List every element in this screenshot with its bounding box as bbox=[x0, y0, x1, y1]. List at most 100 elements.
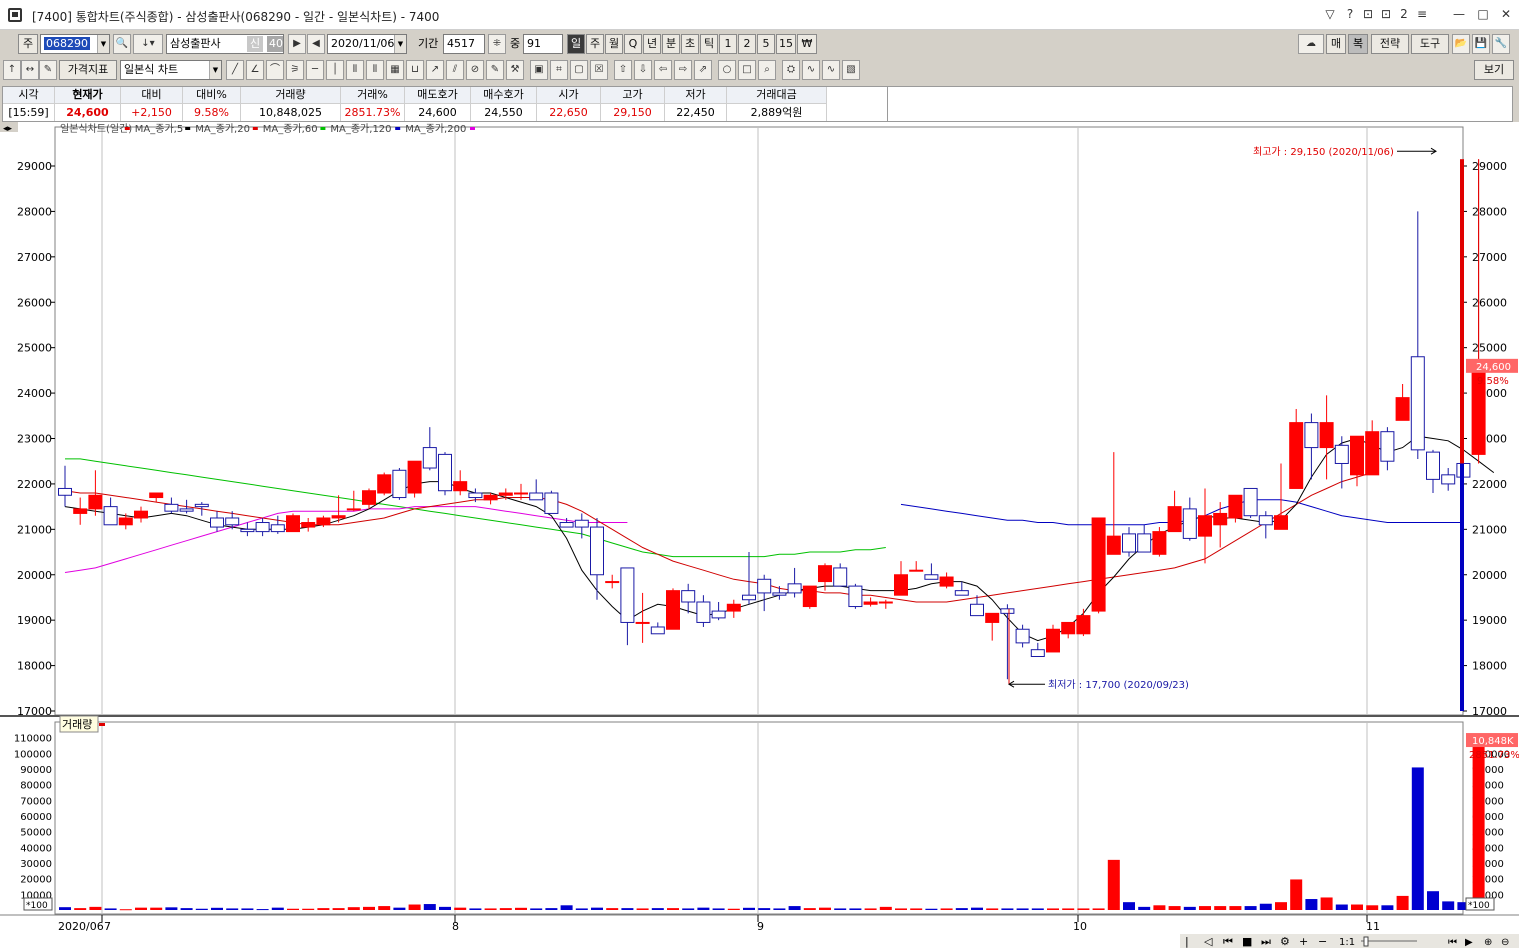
candle-body[interactable] bbox=[650, 626, 665, 635]
maximize-button[interactable]: □ bbox=[1474, 5, 1492, 23]
volume-bar[interactable] bbox=[986, 908, 999, 910]
volume-bar[interactable] bbox=[955, 908, 968, 910]
volume-bar[interactable] bbox=[256, 909, 269, 911]
candle-body[interactable] bbox=[1000, 608, 1015, 614]
chevron-down-icon[interactable]: ▼ bbox=[209, 61, 221, 79]
price-pane[interactable] bbox=[54, 126, 1464, 716]
volume-bar[interactable] bbox=[363, 906, 375, 910]
volume-bar[interactable] bbox=[454, 907, 467, 910]
volume-bar[interactable] bbox=[1275, 902, 1287, 910]
volume-bar[interactable] bbox=[423, 904, 436, 910]
candle-body[interactable] bbox=[1106, 535, 1121, 555]
candle-body[interactable] bbox=[544, 492, 559, 514]
candle-body[interactable] bbox=[134, 510, 148, 519]
candle-body[interactable] bbox=[1122, 533, 1136, 553]
candle-body[interactable] bbox=[286, 515, 300, 533]
candle-body[interactable] bbox=[514, 492, 528, 495]
candle-body[interactable] bbox=[1395, 397, 1410, 421]
volume-bar[interactable] bbox=[864, 908, 877, 910]
interval-1-button[interactable]: 1 bbox=[719, 34, 737, 54]
candle-body[interactable] bbox=[802, 585, 817, 608]
volume-bar[interactable] bbox=[1077, 908, 1090, 910]
candle-body[interactable] bbox=[1365, 431, 1380, 476]
candle-body[interactable] bbox=[1274, 515, 1288, 530]
candle-body[interactable] bbox=[240, 528, 255, 533]
next-arrow-icon[interactable]: ▶ bbox=[288, 34, 306, 54]
period-tick-button[interactable]: 틱 bbox=[700, 34, 718, 54]
candle-body[interactable] bbox=[590, 526, 604, 576]
candle-body[interactable] bbox=[483, 494, 498, 501]
grid-icon[interactable]: ⁜ bbox=[488, 34, 506, 54]
candle-body[interactable] bbox=[1213, 512, 1228, 526]
fibonacci-lines-icon[interactable]: ⦀ bbox=[366, 60, 384, 80]
chart-area[interactable]: ◂▸ 29000 29000 28000 28000 27000 27000 26000 260… bbox=[0, 122, 1519, 948]
candle-body[interactable] bbox=[954, 590, 969, 596]
volume-bar[interactable] bbox=[59, 907, 71, 910]
volume-bar[interactable] bbox=[727, 908, 740, 910]
prev-arrow-icon[interactable]: ◀ bbox=[307, 34, 325, 54]
volume-bar[interactable] bbox=[89, 906, 102, 910]
currency-button[interactable]: ₩ bbox=[797, 34, 817, 54]
candle-body[interactable] bbox=[635, 621, 650, 624]
volume-bar[interactable] bbox=[803, 908, 816, 910]
candle-body[interactable] bbox=[939, 576, 954, 587]
candle-body[interactable] bbox=[970, 603, 984, 617]
candle-body[interactable] bbox=[210, 517, 224, 528]
volume-bar[interactable] bbox=[545, 908, 558, 910]
candle-body[interactable] bbox=[362, 490, 376, 505]
volume-bar[interactable] bbox=[1107, 859, 1120, 910]
buy-sell-button[interactable]: 매 bbox=[1326, 34, 1346, 54]
volume-bar[interactable] bbox=[180, 908, 193, 910]
candle-body[interactable] bbox=[1182, 508, 1197, 539]
candle-body[interactable] bbox=[1319, 422, 1334, 449]
volume-bar[interactable] bbox=[347, 907, 360, 910]
volume-bar[interactable] bbox=[469, 908, 482, 910]
wrench-icon[interactable]: 🔧 bbox=[1492, 34, 1510, 54]
volume-bar[interactable] bbox=[1396, 895, 1409, 910]
volume-bar[interactable] bbox=[1016, 908, 1029, 910]
candle-body[interactable] bbox=[301, 522, 316, 528]
candle-body[interactable] bbox=[742, 594, 756, 601]
volume-bar[interactable] bbox=[211, 907, 223, 910]
ray-icon[interactable]: ↗ bbox=[426, 60, 444, 80]
chart-svg[interactable]: ◂▸ 29000 29000 28000 28000 27000 27000 26000 260… bbox=[0, 122, 1519, 948]
volume-bar[interactable] bbox=[332, 908, 345, 910]
volume-bar[interactable] bbox=[1047, 908, 1059, 910]
period-input[interactable]: 4517 bbox=[443, 34, 485, 54]
volume-bar[interactable] bbox=[1427, 891, 1439, 910]
note-icon[interactable]: ⌗ bbox=[550, 60, 568, 80]
volume-bar[interactable] bbox=[1031, 908, 1044, 910]
volume-bar[interactable] bbox=[439, 906, 451, 910]
volume-bar[interactable] bbox=[971, 907, 983, 910]
volume-bar[interactable] bbox=[606, 908, 619, 910]
sort-icon[interactable]: ↓▾ bbox=[133, 34, 163, 54]
interval-2-button[interactable]: 2 bbox=[738, 34, 756, 54]
volume-bar[interactable] bbox=[697, 907, 710, 910]
square-icon[interactable]: □ bbox=[738, 60, 756, 80]
strategy-button[interactable]: 전략 bbox=[1371, 34, 1409, 54]
volume-bar[interactable] bbox=[849, 908, 862, 910]
volume-bar[interactable] bbox=[1305, 899, 1318, 910]
volume-bar[interactable] bbox=[241, 908, 254, 910]
volume-bar[interactable] bbox=[302, 908, 315, 910]
volume-bar[interactable] bbox=[651, 908, 664, 910]
volume-bar[interactable] bbox=[1366, 905, 1379, 910]
volume-bar[interactable] bbox=[317, 908, 330, 910]
palette-icon[interactable]: ▣ bbox=[530, 60, 548, 80]
volume-bar[interactable] bbox=[515, 907, 527, 910]
save-icon[interactable]: 💾 bbox=[1472, 34, 1490, 54]
volume-bar[interactable] bbox=[910, 908, 923, 910]
period-second-button[interactable]: 초 bbox=[681, 34, 699, 54]
volume-bar[interactable] bbox=[925, 908, 938, 910]
grid-lines-icon[interactable]: ▦ bbox=[386, 60, 404, 80]
candle-body[interactable] bbox=[1091, 517, 1106, 612]
dropdown-icon[interactable]: ▽ bbox=[1321, 5, 1339, 23]
candle-body[interactable] bbox=[422, 447, 437, 469]
candle-body[interactable] bbox=[73, 508, 88, 514]
help-icon[interactable]: ? bbox=[1341, 5, 1359, 23]
screen-2-icon[interactable]: 2 bbox=[1395, 5, 1413, 23]
volume-bar[interactable] bbox=[1062, 908, 1075, 910]
price-indicator-button[interactable]: 가격지표 bbox=[59, 60, 117, 80]
close-button[interactable]: ✕ bbox=[1497, 5, 1515, 23]
period-quarter-button[interactable]: Q bbox=[624, 34, 642, 54]
